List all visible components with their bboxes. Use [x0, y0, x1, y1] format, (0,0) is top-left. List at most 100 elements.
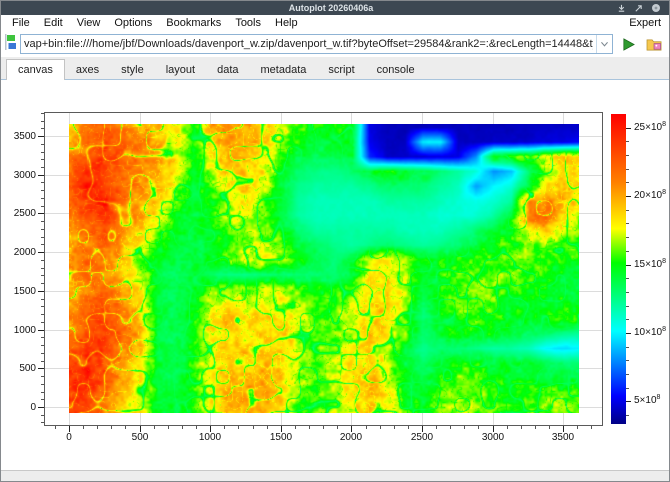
y-minor-tick	[41, 399, 44, 400]
colorbar-minor-tick	[626, 169, 629, 170]
y-minor-tick	[41, 121, 44, 122]
y-tick-label: 1500	[3, 286, 36, 297]
tab-canvas[interactable]: canvas	[6, 59, 65, 80]
colorbar-minor-tick	[626, 141, 629, 142]
tab-metadata[interactable]: metadata	[250, 60, 318, 79]
tab-console[interactable]: console	[366, 60, 426, 79]
y-minor-tick	[41, 283, 44, 284]
y-minor-tick	[41, 322, 44, 323]
autoplot-window: Autoplot 20260406a File Edit View Option…	[0, 0, 670, 482]
menu-options[interactable]: Options	[107, 16, 159, 30]
uri-input[interactable]	[21, 35, 596, 53]
y-minor-tick	[41, 275, 44, 276]
y-minor-tick	[41, 376, 44, 377]
colorbar-minor-tick	[626, 182, 629, 183]
y-minor-tick	[41, 345, 44, 346]
x-minor-tick	[55, 426, 56, 429]
y-minor-tick	[41, 415, 44, 416]
x-tick-label: 2000	[331, 432, 371, 443]
go-plot-button[interactable]	[617, 33, 639, 55]
y-minor-tick	[41, 268, 44, 269]
restore-icon[interactable]	[634, 4, 643, 13]
colorbar-tick-label: 5×108	[634, 395, 660, 407]
uri-dropdown-button[interactable]	[596, 35, 612, 53]
y-minor-tick	[41, 152, 44, 153]
colorbar-major-tick	[626, 128, 631, 129]
title-bar[interactable]: Autoplot 20260406a	[1, 1, 669, 15]
x-minor-tick	[97, 426, 98, 429]
x-tick-label: 3500	[543, 432, 583, 443]
x-tick-label: 1500	[261, 432, 301, 443]
x-minor-tick	[521, 426, 522, 429]
x-minor-tick	[380, 426, 381, 429]
y-major-tick	[38, 136, 44, 137]
y-minor-tick	[41, 167, 44, 168]
x-minor-tick	[323, 426, 324, 429]
x-minor-tick	[154, 426, 155, 429]
x-minor-tick	[224, 426, 225, 429]
colorbar-major-tick	[626, 196, 631, 197]
x-minor-tick	[125, 426, 126, 429]
x-minor-tick	[450, 426, 451, 429]
menu-help[interactable]: Help	[268, 16, 305, 30]
y-minor-tick	[41, 206, 44, 207]
y-major-tick	[38, 291, 44, 292]
x-minor-tick	[366, 426, 367, 429]
y-tick-label: 3000	[3, 170, 36, 181]
plot-type-icon	[5, 34, 16, 55]
colorbar-minor-tick	[626, 388, 629, 389]
y-minor-tick	[41, 422, 44, 423]
x-minor-tick	[478, 426, 479, 429]
y-tick-label: 3500	[3, 131, 36, 142]
y-major-tick	[38, 330, 44, 331]
heatmap-canvas[interactable]	[69, 124, 579, 413]
y-minor-tick	[41, 337, 44, 338]
colorbar-minor-tick	[626, 415, 629, 416]
x-minor-tick	[182, 426, 183, 429]
y-major-tick	[38, 407, 44, 408]
y-minor-tick	[41, 221, 44, 222]
colorbar-minor-tick	[626, 347, 629, 348]
y-minor-tick	[41, 182, 44, 183]
y-minor-tick	[41, 113, 44, 114]
expert-mode-label[interactable]: Expert	[629, 17, 665, 29]
window-title: Autoplot 20260406a	[289, 3, 374, 13]
x-tick-label: 3000	[473, 432, 513, 443]
menu-edit[interactable]: Edit	[37, 16, 70, 30]
y-major-tick	[38, 252, 44, 253]
menu-tools[interactable]: Tools	[228, 16, 268, 30]
x-minor-tick	[337, 426, 338, 429]
colorbar[interactable]	[611, 114, 626, 424]
tab-script[interactable]: script	[317, 60, 365, 79]
colorbar-major-tick	[626, 401, 631, 402]
tab-axes[interactable]: axes	[65, 60, 110, 79]
colorbar-minor-tick	[626, 374, 629, 375]
menu-bookmarks[interactable]: Bookmarks	[159, 16, 228, 30]
x-tick-label: 500	[120, 432, 160, 443]
window-controls	[373, 3, 669, 13]
tab-style[interactable]: style	[110, 60, 155, 79]
y-minor-tick	[41, 128, 44, 129]
colorbar-minor-tick	[626, 155, 629, 156]
tab-bar: canvas axes style layout data metadata s…	[1, 57, 669, 80]
y-minor-tick	[41, 299, 44, 300]
tab-layout[interactable]: layout	[155, 60, 206, 79]
open-file-button[interactable]	[643, 33, 665, 55]
close-icon[interactable]	[651, 3, 661, 13]
minimize-icon[interactable]	[617, 4, 626, 13]
menu-view[interactable]: View	[70, 16, 108, 30]
y-minor-tick	[41, 198, 44, 199]
y-minor-tick	[41, 237, 44, 238]
y-tick-label: 0	[3, 402, 36, 413]
y-minor-tick	[41, 229, 44, 230]
tab-data[interactable]: data	[206, 60, 249, 79]
colorbar-minor-tick	[626, 251, 629, 252]
x-minor-tick	[408, 426, 409, 429]
colorbar-minor-tick	[626, 278, 629, 279]
colorbar-tick-label: 25×108	[634, 122, 666, 134]
y-minor-tick	[41, 144, 44, 145]
y-minor-tick	[41, 314, 44, 315]
x-minor-tick	[196, 426, 197, 429]
menu-file[interactable]: File	[5, 16, 37, 30]
y-major-tick	[38, 213, 44, 214]
